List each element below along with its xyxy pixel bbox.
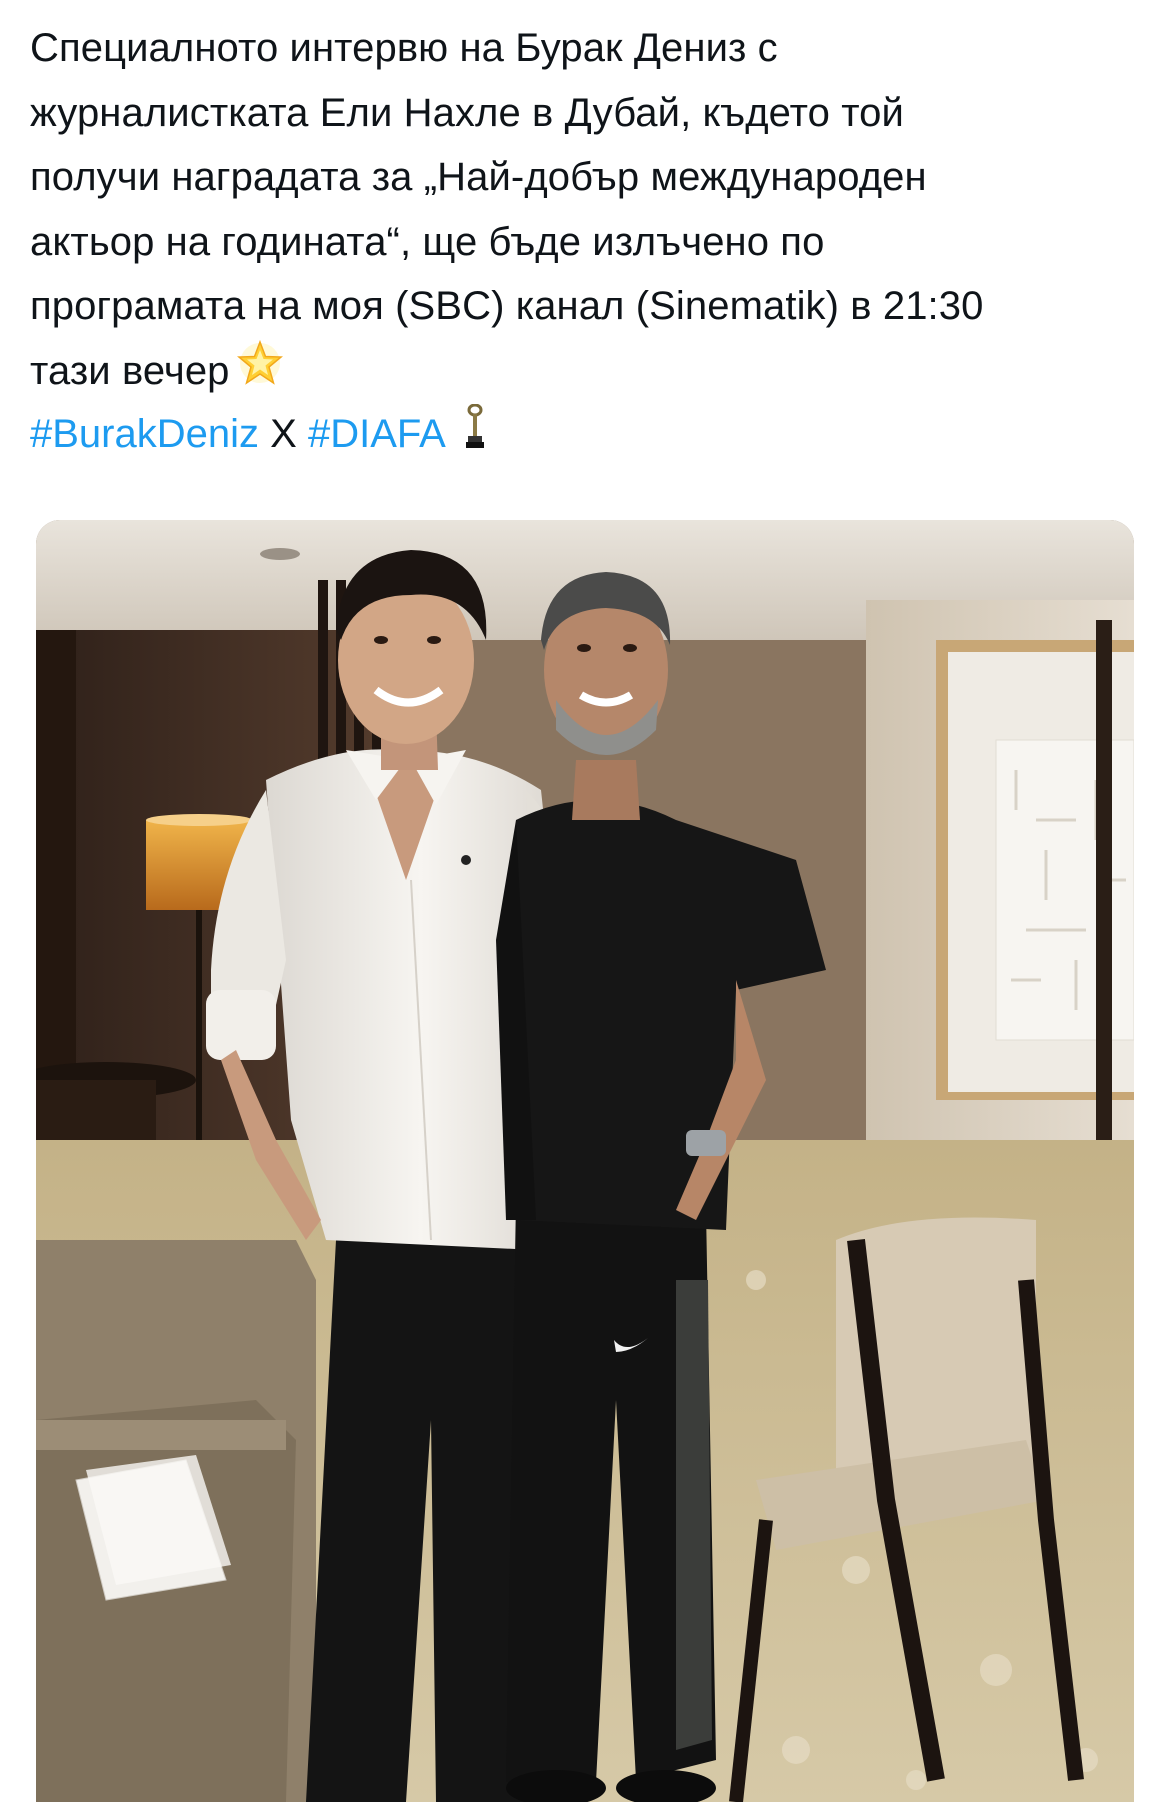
tweet-photo[interactable] [36,520,1134,1802]
tweet-text-line: Специалното интервю на Бурак Дениз с [30,26,778,70]
hashtag-link-burakdeniz[interactable]: #BurakDeniz [30,412,259,456]
hashtag-link-diafa[interactable]: #DIAFA [308,412,444,456]
tweet-text-line: журналистката Ели Нахле в Дубай, където … [30,90,904,135]
tweet-text-line: актьор на годината“, ще бъде излъчено по [30,219,825,264]
trophy-icon [465,403,485,469]
tweet-text-line: тази вечер [30,348,230,393]
tweet-text-line: програмата на моя (SBC) канал (Sinematik… [30,284,984,328]
star-icon [236,339,284,407]
separator-text: X [270,412,297,456]
tweet-text: Специалното интервю на Бурак Дениз с жур… [30,16,1140,407]
tweet-text-line-last: тази вечер [30,339,1140,407]
tweet-text-line: получи наградата за „Най-добър междунаро… [30,155,927,199]
hashtag-row: #BurakDeniz X #DIAFA [30,402,485,469]
